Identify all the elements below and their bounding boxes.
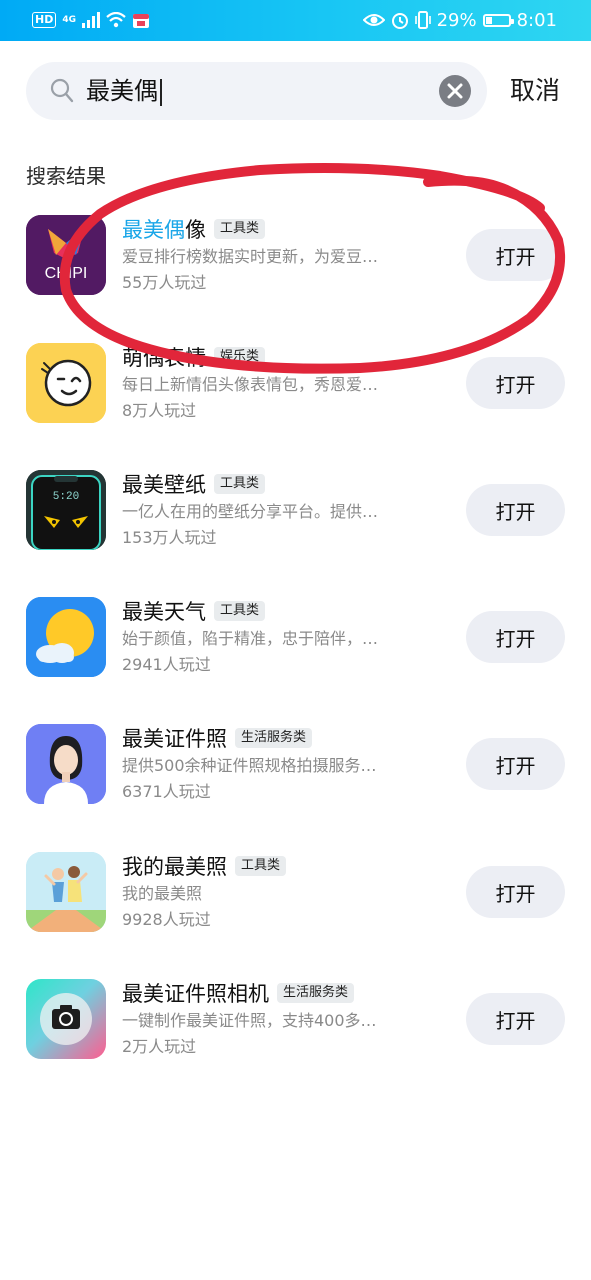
open-button[interactable]: 打开 bbox=[466, 866, 565, 918]
title-rest: 最美证件照相机 bbox=[122, 982, 269, 1006]
title-row: 最美壁纸 工具类 bbox=[122, 468, 266, 500]
result-item[interactable]: 最美证件照 生活服务类 提供500余种证件照规格拍摄服务… 6371人玩过 打开 bbox=[0, 724, 591, 844]
open-button[interactable]: 打开 bbox=[466, 738, 565, 790]
open-button[interactable]: 打开 bbox=[466, 484, 565, 536]
section-title: 搜索结果 bbox=[26, 164, 106, 188]
app-icon-chipi: CHIPI bbox=[26, 215, 106, 295]
result-item[interactable]: 5:20 最美壁纸 工具类 一亿人在用的壁纸分享平台。提供… 153万人玩过 打… bbox=[0, 470, 591, 590]
app-icon-wink-face bbox=[26, 343, 106, 423]
chipi-logo-icon: CHIPI bbox=[26, 215, 106, 295]
category-tag: 工具类 bbox=[214, 474, 266, 494]
app-icon-camera bbox=[26, 979, 106, 1059]
play-count: 55万人玩过 bbox=[122, 273, 207, 292]
title-highlight: 最美偶 bbox=[122, 218, 185, 242]
app-icon-id-photo bbox=[26, 724, 106, 804]
wink-face-icon bbox=[26, 343, 106, 423]
alarm-icon bbox=[391, 13, 408, 29]
couple-illustration-icon bbox=[26, 852, 106, 932]
app-title: 最美壁纸 bbox=[122, 469, 206, 499]
wifi-icon bbox=[106, 12, 126, 28]
calendar-icon bbox=[133, 14, 149, 28]
status-right: 29% 8:01 bbox=[362, 8, 557, 32]
phone-eyes-icon: 5:20 bbox=[26, 470, 106, 550]
eye-comfort-icon bbox=[362, 14, 385, 26]
app-icon-my-photo bbox=[26, 852, 106, 932]
title-row: 最美天气 工具类 bbox=[122, 595, 266, 627]
text-caret bbox=[160, 78, 162, 106]
clear-icon bbox=[447, 83, 463, 99]
sun-cloud-icon bbox=[26, 597, 106, 677]
status-left: HD 4G bbox=[32, 9, 150, 31]
search-icon bbox=[50, 78, 74, 103]
play-count: 2941人玩过 bbox=[122, 655, 211, 674]
play-count: 8万人玩过 bbox=[122, 401, 197, 420]
open-button[interactable]: 打开 bbox=[466, 229, 565, 281]
portrait-icon bbox=[26, 724, 106, 804]
result-item[interactable]: 我的最美照 工具类 我的最美照 9928人玩过 打开 bbox=[0, 852, 591, 972]
app-icon-weather bbox=[26, 597, 106, 677]
app-title: 我的最美照 bbox=[122, 851, 227, 881]
category-tag: 工具类 bbox=[214, 219, 266, 239]
lock-time-text: 5:20 bbox=[53, 491, 79, 503]
result-item[interactable]: 萌偶表情 娱乐类 每日上新情侣头像表情包，秀恩爱… 8万人玩过 打开 bbox=[0, 343, 591, 463]
title-row: 萌偶表情 娱乐类 bbox=[122, 341, 266, 373]
app-description: 始于颜值，陷于精准，忠于陪伴，… bbox=[122, 629, 379, 648]
app-description: 爱豆排行榜数据实时更新，为爱豆… bbox=[122, 247, 379, 266]
search-input[interactable]: 最美偶 bbox=[86, 75, 162, 107]
title-rest: 萌偶表情 bbox=[122, 346, 206, 370]
app-title: 最美证件照相机 bbox=[122, 978, 269, 1008]
result-item[interactable]: 最美证件照相机 生活服务类 一键制作最美证件照，支持400多… 2万人玩过 打开 bbox=[0, 979, 591, 1099]
title-row: 我的最美照 工具类 bbox=[122, 850, 287, 882]
play-count: 6371人玩过 bbox=[122, 782, 211, 801]
clear-button[interactable] bbox=[439, 75, 471, 107]
title-rest: 最美天气 bbox=[122, 600, 206, 624]
app-description: 提供500余种证件照规格拍摄服务… bbox=[122, 756, 377, 775]
hd-badge: HD bbox=[32, 12, 57, 28]
network-type: 4G bbox=[62, 15, 76, 25]
vibrate-icon bbox=[414, 11, 431, 29]
app-description: 每日上新情侣头像表情包，秀恩爱… bbox=[122, 375, 379, 394]
category-tag: 工具类 bbox=[214, 601, 266, 621]
play-count: 2万人玩过 bbox=[122, 1037, 197, 1056]
result-item[interactable]: CHIPI 最美偶像 工具类 爱豆排行榜数据实时更新，为爱豆… 55万人玩过 打… bbox=[0, 215, 591, 335]
title-rest: 我的最美照 bbox=[122, 855, 227, 879]
app-icon-wallpaper: 5:20 bbox=[26, 470, 106, 550]
open-button[interactable]: 打开 bbox=[466, 357, 565, 409]
category-tag: 工具类 bbox=[235, 856, 287, 876]
app-description: 我的最美照 bbox=[122, 884, 203, 903]
category-tag: 生活服务类 bbox=[277, 983, 355, 1003]
title-row: 最美证件照相机 生活服务类 bbox=[122, 977, 355, 1009]
battery-icon bbox=[482, 13, 514, 27]
title-rest: 最美壁纸 bbox=[122, 473, 206, 497]
open-button[interactable]: 打开 bbox=[466, 993, 565, 1045]
camera-icon bbox=[40, 993, 92, 1045]
status-bar: HD 4G 29% 8:01 bbox=[0, 0, 591, 41]
red-circle-annotation bbox=[59, 163, 566, 374]
open-button[interactable]: 打开 bbox=[466, 611, 565, 663]
app-description: 一亿人在用的壁纸分享平台。提供… bbox=[122, 502, 379, 521]
category-tag: 娱乐类 bbox=[214, 347, 266, 367]
result-item[interactable]: 最美天气 工具类 始于颜值，陷于精准，忠于陪伴，… 2941人玩过 打开 bbox=[0, 597, 591, 717]
title-rest: 最美证件照 bbox=[122, 727, 227, 751]
search-bar[interactable]: 最美偶 bbox=[26, 62, 487, 120]
cancel-button[interactable]: 取消 bbox=[510, 74, 560, 108]
app-title: 最美偶像 bbox=[122, 214, 206, 244]
app-description: 一键制作最美证件照，支持400多… bbox=[122, 1011, 377, 1030]
play-count: 9928人玩过 bbox=[122, 910, 211, 929]
play-count: 153万人玩过 bbox=[122, 528, 217, 547]
app-title: 最美天气 bbox=[122, 596, 206, 626]
signal-icon bbox=[82, 12, 100, 28]
app-title: 最美证件照 bbox=[122, 723, 227, 753]
category-tag: 生活服务类 bbox=[235, 728, 313, 748]
app-title: 萌偶表情 bbox=[122, 342, 206, 372]
battery-percent: 29% bbox=[436, 9, 477, 31]
title-row: 最美偶像 工具类 bbox=[122, 213, 266, 245]
title-row: 最美证件照 生活服务类 bbox=[122, 722, 313, 754]
chipi-logo-text: CHIPI bbox=[45, 265, 88, 282]
search-query-text: 最美偶 bbox=[86, 77, 158, 105]
title-rest: 像 bbox=[185, 218, 206, 242]
clock: 8:01 bbox=[516, 9, 557, 31]
